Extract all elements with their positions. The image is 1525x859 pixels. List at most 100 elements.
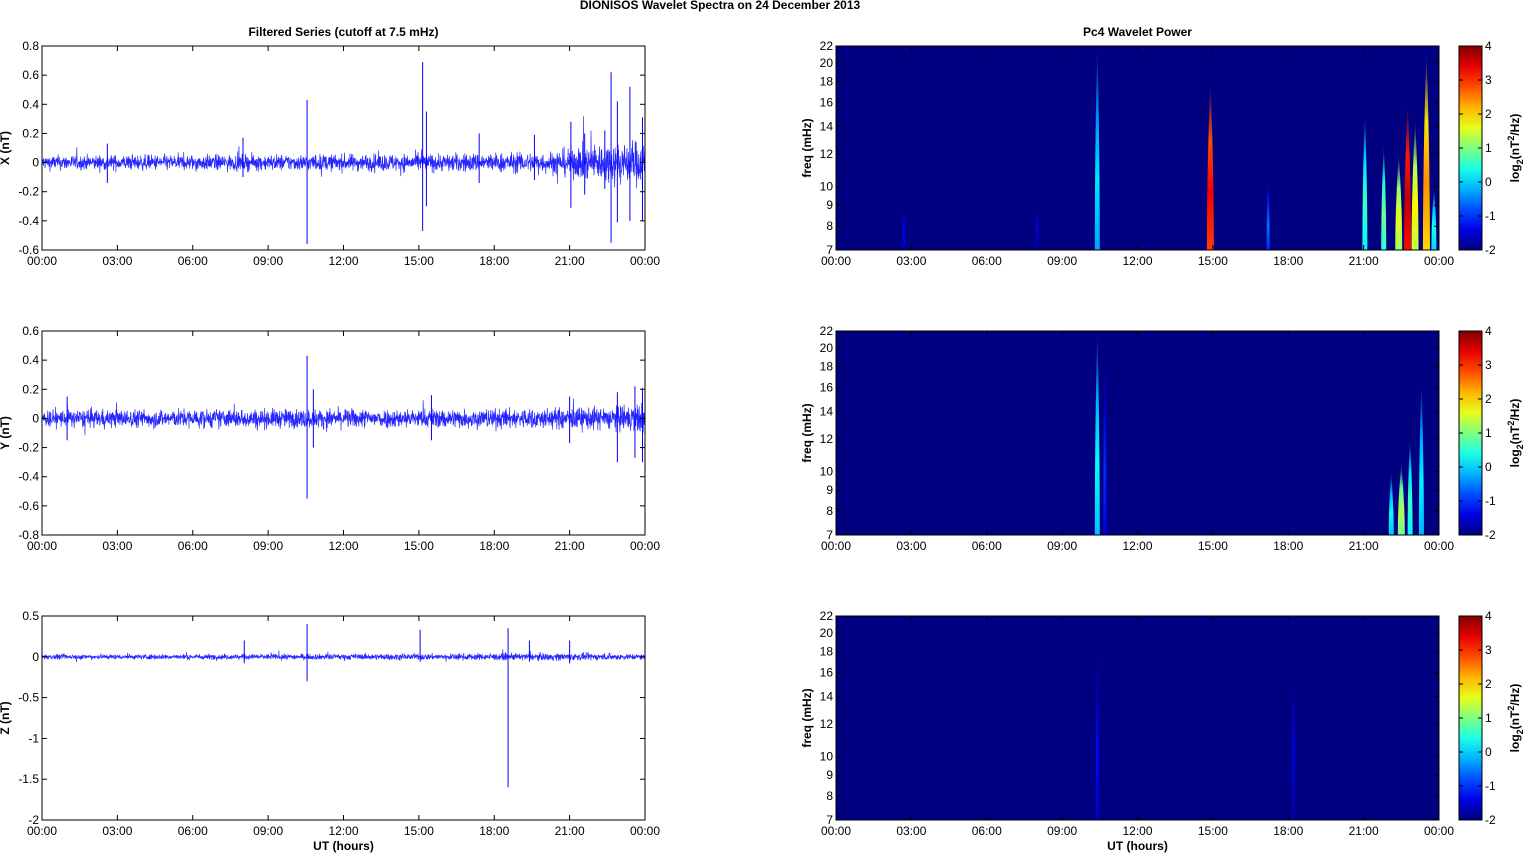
colorbar-tick-label: 4 bbox=[1485, 39, 1492, 53]
y-tick-label: -0.2 bbox=[18, 185, 39, 199]
x-tick-label: 12:00 bbox=[1122, 254, 1152, 268]
y-tick-label: 7 bbox=[826, 813, 833, 827]
y-tick-label: 0.6 bbox=[22, 324, 39, 338]
colorbar-tick-label: -2 bbox=[1485, 243, 1496, 257]
plot-frame bbox=[41, 45, 646, 251]
x-tick-label: 06:00 bbox=[178, 539, 208, 553]
y-tick-label: 18 bbox=[820, 645, 834, 659]
spectrum-background bbox=[836, 331, 1439, 535]
x-tick-label: 03:00 bbox=[896, 539, 926, 553]
x-tick-label: 12:00 bbox=[1122, 539, 1152, 553]
colorbar-tick-label: 3 bbox=[1485, 643, 1492, 657]
x-tick-label: 21:00 bbox=[1349, 539, 1379, 553]
y-tick-label: 16 bbox=[820, 666, 834, 680]
colorbar-tick-label: -1 bbox=[1485, 209, 1496, 223]
y-axis-label: Y (nT) bbox=[0, 416, 12, 450]
y-tick-label: 8 bbox=[826, 219, 833, 233]
y-tick-label: 0.4 bbox=[22, 353, 39, 367]
series-axes: 00:00 03:00 06:00 09:00 12:00 15:00 18:00 21:00… bbox=[0, 324, 660, 553]
y-tick-label: 0.8 bbox=[22, 39, 39, 53]
y-tick-label: 0.2 bbox=[22, 126, 39, 140]
x-tick-label: 21:00 bbox=[555, 539, 585, 553]
y-tick-label: 10 bbox=[820, 464, 834, 478]
x-tick-label: 00:00 bbox=[630, 824, 660, 838]
x-tick-label: 18:00 bbox=[479, 824, 509, 838]
colorbar-tick-label: 4 bbox=[1485, 609, 1492, 623]
x-tick-label: 21:00 bbox=[555, 254, 585, 268]
x-tick-label: 21:00 bbox=[1349, 824, 1379, 838]
series-line bbox=[41, 649, 646, 663]
y-axis-label: Z (nT) bbox=[0, 701, 12, 734]
colorbar-tick-label: 0 bbox=[1485, 460, 1492, 474]
colorbar-tick-label: 0 bbox=[1485, 175, 1492, 189]
x-tick-label: 00:00 bbox=[1424, 824, 1454, 838]
x-tick-label: 09:00 bbox=[253, 539, 283, 553]
colorbar-label-part: (nT bbox=[1508, 425, 1522, 444]
colorbar-label-part: log bbox=[1508, 449, 1522, 467]
x-tick-label: 09:00 bbox=[1047, 254, 1077, 268]
x-tick-label: 03:00 bbox=[102, 824, 132, 838]
y-tick-label: 0.2 bbox=[22, 382, 39, 396]
x-tick-label: 06:00 bbox=[972, 539, 1002, 553]
x-tick-label: 15:00 bbox=[1198, 254, 1228, 268]
colorbar-tick-label: 1 bbox=[1485, 426, 1492, 440]
x-tick-label: 12:00 bbox=[1122, 824, 1152, 838]
y-tick-label: -0.6 bbox=[18, 243, 39, 257]
y-tick-label: 0 bbox=[32, 411, 39, 425]
y-tick-label: 9 bbox=[826, 483, 833, 497]
y-tick-label: -1 bbox=[28, 731, 39, 745]
x-tick-label: 15:00 bbox=[404, 539, 434, 553]
y-tick-label: 14 bbox=[820, 120, 834, 134]
x-tick-label: 00:00 bbox=[1424, 539, 1454, 553]
panel-title: Pc4 Wavelet Power bbox=[1083, 25, 1192, 39]
y-tick-label: 8 bbox=[826, 504, 833, 518]
y-tick-label: 22 bbox=[820, 324, 834, 338]
y-tick-label: 20 bbox=[820, 626, 834, 640]
x-tick-label: 12:00 bbox=[328, 254, 358, 268]
x-tick-label: 21:00 bbox=[1349, 254, 1379, 268]
x-tick-label: 18:00 bbox=[1273, 254, 1303, 268]
x-tick-label: 00:00 bbox=[630, 539, 660, 553]
plot-frame bbox=[41, 615, 646, 821]
x-tick-label: 06:00 bbox=[972, 824, 1002, 838]
y-tick-label: 8 bbox=[826, 789, 833, 803]
x-tick-label: 00:00 bbox=[1424, 254, 1454, 268]
colorbar-label-part: /Hz) bbox=[1508, 114, 1522, 136]
y-tick-label: 16 bbox=[820, 96, 834, 110]
colorbar-tick-label: 2 bbox=[1485, 392, 1492, 406]
x-tick-label: 09:00 bbox=[1047, 539, 1077, 553]
x-tick-label: 06:00 bbox=[178, 254, 208, 268]
x-tick-label: 12:00 bbox=[328, 824, 358, 838]
y-tick-label: 7 bbox=[826, 243, 833, 257]
colorbar: -2 -1 0 1 2 3 4 log2(nT2/Hz) bbox=[1458, 609, 1525, 827]
y-tick-label: 7 bbox=[826, 528, 833, 542]
y-tick-label: 9 bbox=[826, 198, 833, 212]
y-tick-label: 12 bbox=[820, 432, 834, 446]
x-tick-label: 03:00 bbox=[102, 539, 132, 553]
y-axis-label: freq (mHz) bbox=[800, 688, 814, 747]
series-axes: 00:00 03:00 06:00 09:00 12:00 15:00 18:00 21:00… bbox=[0, 609, 660, 853]
colorbar-tick-label: 3 bbox=[1485, 358, 1492, 372]
y-tick-label: -0.4 bbox=[18, 214, 39, 228]
colorbar: -2 -1 0 1 2 3 4 log2(nT2/Hz) bbox=[1458, 324, 1525, 542]
x-tick-label: 09:00 bbox=[253, 254, 283, 268]
y-tick-label: 12 bbox=[820, 717, 834, 731]
y-tick-label: 9 bbox=[826, 768, 833, 782]
y-tick-label: 18 bbox=[820, 75, 834, 89]
y-tick-label: 14 bbox=[820, 405, 834, 419]
y-tick-label: 0 bbox=[32, 156, 39, 170]
colorbar-tick-label: 1 bbox=[1485, 141, 1492, 155]
spectrum-background bbox=[836, 46, 1439, 250]
colorbar-label-part: (nT bbox=[1508, 710, 1522, 729]
colorbar-tick-label: 2 bbox=[1485, 677, 1492, 691]
figure: DIONISOS Wavelet Spectra on 24 December … bbox=[0, 0, 1525, 853]
y-tick-label: 0.5 bbox=[22, 609, 39, 623]
x-tick-label: 06:00 bbox=[972, 254, 1002, 268]
x-tick-label: 15:00 bbox=[404, 254, 434, 268]
x-axis-label: UT (hours) bbox=[1107, 839, 1168, 853]
y-tick-label: 22 bbox=[820, 39, 834, 53]
colorbar-tick-label: 0 bbox=[1485, 745, 1492, 759]
colorbar-label: log2(nT2/Hz) bbox=[1506, 684, 1525, 753]
y-tick-label: 10 bbox=[820, 179, 834, 193]
y-tick-label: 14 bbox=[820, 690, 834, 704]
